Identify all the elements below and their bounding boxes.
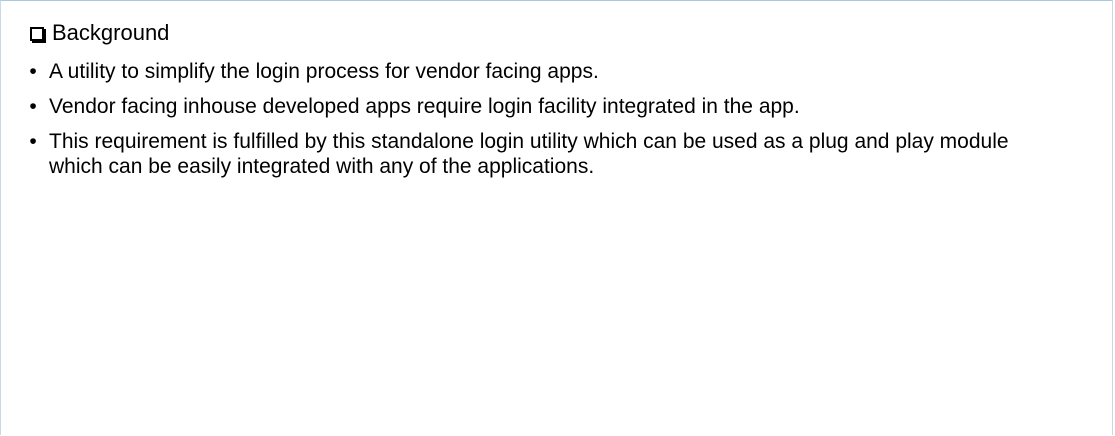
bullet-text: Vendor facing inhouse developed apps req… — [49, 95, 800, 118]
slide: Background • A utility to simplify the l… — [0, 0, 1113, 435]
bullet-marker: • — [29, 60, 37, 83]
section-heading: Background — [30, 20, 169, 46]
bullet-list: • A utility to simplify the login proces… — [27, 59, 1067, 189]
bullet-marker: • — [29, 130, 37, 153]
bullet-item: • A utility to simplify the login proces… — [27, 59, 1067, 84]
bullet-item: • Vendor facing inhouse developed apps r… — [27, 94, 1067, 119]
bullet-text: This requirement is fulfilled by this st… — [49, 130, 1009, 178]
bullet-text: A utility to simplify the login process … — [49, 60, 599, 83]
checkbox-icon — [30, 26, 46, 43]
bullet-marker: • — [29, 95, 37, 118]
section-heading-label: Background — [52, 20, 170, 45]
bullet-item: • This requirement is fulfilled by this … — [27, 129, 1067, 179]
